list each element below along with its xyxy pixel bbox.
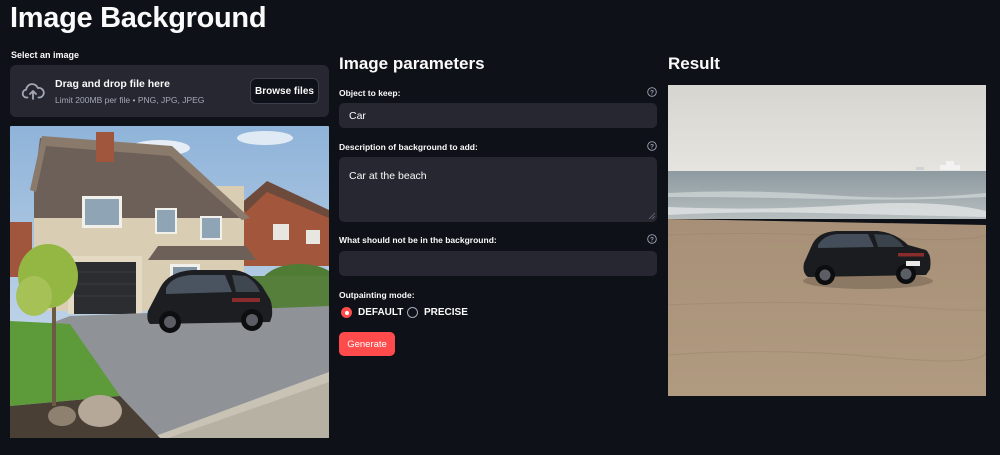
drop-instruction: Drag and drop file here [55, 78, 170, 90]
object-to-keep-input[interactable] [339, 103, 657, 128]
uploaded-image-preview [10, 126, 329, 438]
select-image-label: Select an image [11, 50, 80, 60]
image-parameters-heading: Image parameters [339, 54, 485, 73]
negative-prompt-label: What should not be in the background: [339, 235, 497, 245]
radio-unselected-icon[interactable] [407, 307, 418, 318]
radio-selected-icon[interactable] [341, 307, 352, 318]
help-icon[interactable]: ? [647, 234, 657, 244]
result-heading: Result [668, 54, 720, 73]
radio-label-default: DEFAULT [358, 307, 404, 318]
file-uploader-dropzone[interactable]: Drag and drop file here Limit 200MB per … [10, 65, 329, 117]
browse-files-button[interactable]: Browse files [250, 78, 319, 104]
negative-prompt-input[interactable] [339, 251, 657, 276]
object-to-keep-label: Object to keep: [339, 88, 401, 98]
background-description-textarea[interactable]: Car at the beach [339, 157, 657, 222]
radio-option-default[interactable]: DEFAULT [341, 307, 403, 318]
svg-text:?: ? [650, 236, 654, 243]
file-limit-text: Limit 200MB per file • PNG, JPG, JPEG [55, 95, 205, 105]
generate-button[interactable]: Generate [339, 332, 395, 356]
result-image [668, 85, 986, 396]
outpainting-mode-label: Outpainting mode: [339, 290, 415, 300]
svg-text:?: ? [650, 143, 654, 150]
page-title: Image Background [10, 2, 267, 34]
background-description-label: Description of background to add: [339, 142, 478, 152]
cloud-upload-icon [21, 83, 45, 100]
resize-grip-icon[interactable] [648, 212, 656, 220]
svg-text:?: ? [650, 89, 654, 96]
help-icon[interactable]: ? [647, 87, 657, 97]
help-icon[interactable]: ? [647, 141, 657, 151]
radio-option-precise[interactable]: PRECISE [407, 307, 468, 318]
radio-label-precise: PRECISE [424, 307, 468, 318]
